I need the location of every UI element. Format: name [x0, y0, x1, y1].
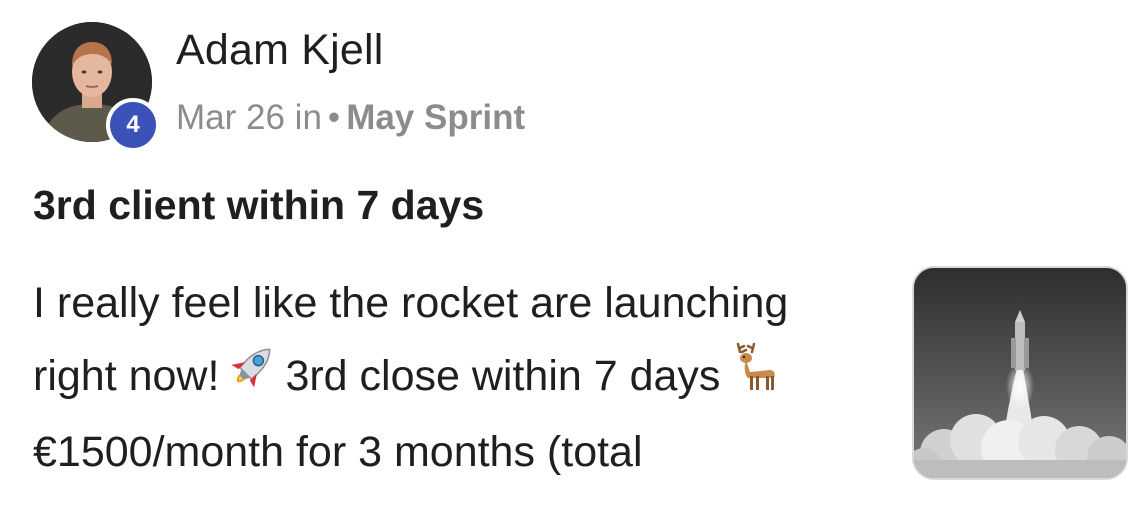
body-line-2: right now! 3rd close within 7 days: [33, 338, 893, 417]
post-body[interactable]: I really feel like the rocket are launch…: [33, 268, 893, 487]
in-label: in: [294, 98, 322, 137]
level-badge: 4: [106, 98, 160, 152]
body-line-2-text: right now!: [33, 352, 220, 400]
post-thumbnail[interactable]: [912, 266, 1128, 480]
community-post: 4 Adam Kjell Mar 26 in • May Sprint 3rd cl…: [0, 0, 1147, 508]
post-date[interactable]: Mar 26: [176, 98, 285, 137]
deer-emoji-icon: [724, 338, 782, 417]
group-link[interactable]: May Sprint: [346, 98, 525, 137]
post-meta: Mar 26 in • May Sprint: [176, 98, 525, 138]
meta-separator: •: [327, 98, 341, 137]
author-avatar-wrap[interactable]: 4: [32, 22, 160, 152]
body-line-2-continued: 3rd close within 7 days: [285, 352, 721, 400]
body-line-3: €1500/month for 3 months (total: [33, 428, 643, 476]
rocket-emoji-icon: [223, 338, 281, 417]
rocket-launch-photo-icon: [914, 268, 1126, 478]
body-line-1: I really feel like the rocket are launch…: [33, 279, 789, 327]
author-name[interactable]: Adam Kjell: [176, 26, 384, 75]
post-title[interactable]: 3rd client within 7 days: [33, 182, 484, 229]
